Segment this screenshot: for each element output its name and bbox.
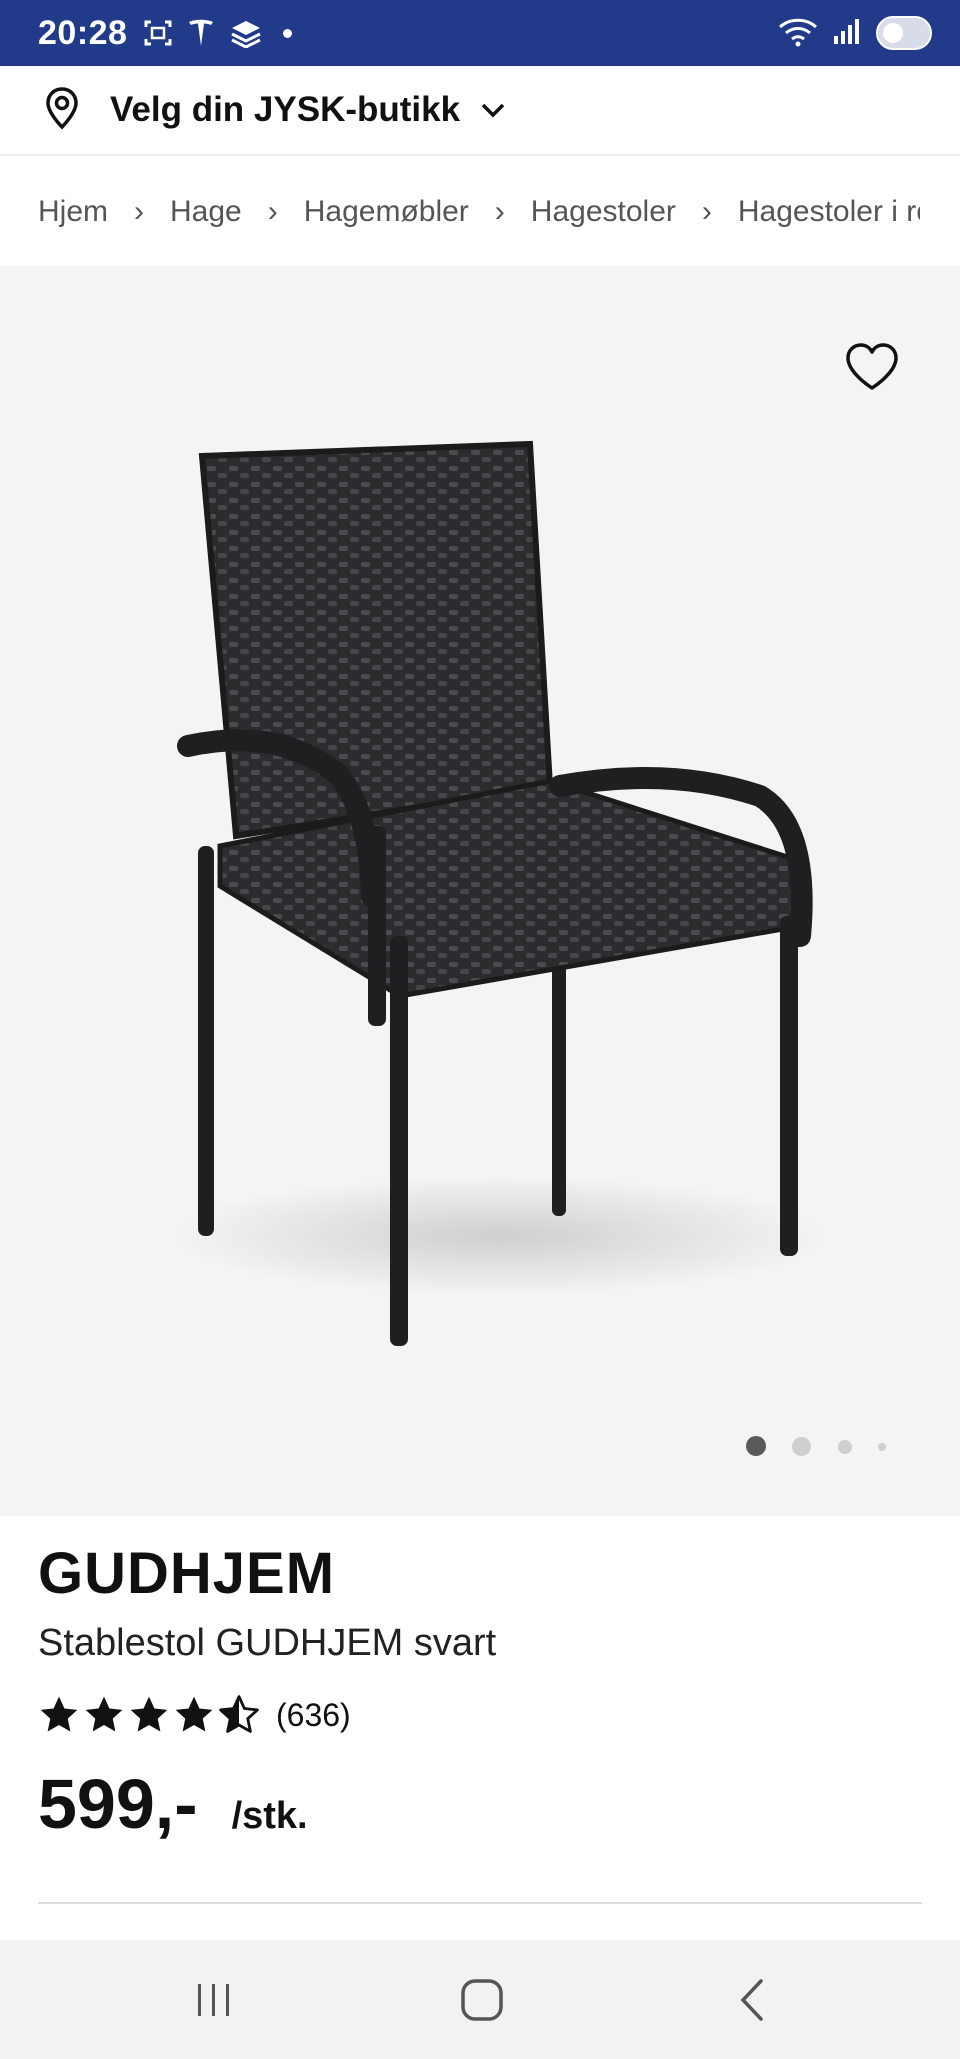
product-rating[interactable]: (636) <box>38 1690 351 1740</box>
notification-dot <box>283 28 293 38</box>
chevron-down-icon <box>480 101 506 119</box>
breadcrumb: Hjem › Hage › Hagemøbler › Hagestoler › … <box>0 158 960 266</box>
home-icon[interactable] <box>452 1970 512 2030</box>
product-gallery[interactable] <box>0 266 960 1516</box>
star-full-icon <box>85 1696 123 1732</box>
product-name: Stablestol GUDHJEM svart <box>38 1622 497 1664</box>
heart-outline-icon[interactable] <box>844 342 900 392</box>
rating-count: (636) <box>276 1696 351 1733</box>
breadcrumb-separator-icon: › <box>494 195 505 228</box>
status-time: 20:28 <box>38 13 128 52</box>
tesla-icon <box>187 18 215 48</box>
star-full-icon <box>175 1696 213 1732</box>
price-unit: /stk. <box>231 1795 308 1837</box>
star-full-icon <box>130 1696 168 1732</box>
breadcrumb-item-hagemobler[interactable]: Hagemøbler <box>304 195 469 229</box>
divider <box>38 1902 922 1904</box>
pager-dot[interactable] <box>878 1443 886 1451</box>
signal-icon <box>832 16 862 51</box>
breadcrumb-separator-icon: › <box>134 195 145 228</box>
store-picker-label: Velg din JYSK-butikk <box>110 90 461 129</box>
wifi-icon <box>778 15 818 52</box>
price-value: 599,- <box>38 1765 198 1843</box>
status-bar: 20:28 <box>0 0 960 66</box>
product-image <box>170 440 830 1346</box>
star-full-icon <box>40 1696 78 1732</box>
recent-apps-icon[interactable] <box>184 1970 244 2030</box>
breadcrumb-separator-icon: › <box>267 195 278 228</box>
battery-toggle-icon <box>876 16 932 50</box>
breadcrumb-item-hjem[interactable]: Hjem <box>38 195 108 229</box>
store-picker[interactable]: Velg din JYSK-butikk <box>0 66 960 156</box>
pager-dot[interactable] <box>792 1437 811 1456</box>
breadcrumb-item-current[interactable]: Hagestoler i ro <box>738 195 933 229</box>
status-icons-left <box>143 18 293 48</box>
app-icon <box>229 18 263 48</box>
pager-dot[interactable] <box>838 1440 852 1454</box>
gallery-pager <box>0 1430 960 1460</box>
pager-dot-active[interactable] <box>746 1436 766 1456</box>
product-price: 599,- /stk. <box>38 1764 308 1844</box>
breadcrumb-item-hagestoler[interactable]: Hagestoler <box>531 195 676 229</box>
product-brand: GUDHJEM <box>38 1541 336 1606</box>
back-icon[interactable] <box>722 1970 782 2030</box>
screenshot-icon <box>143 18 173 48</box>
star-half-icon <box>219 1695 259 1733</box>
rating-stars <box>38 1694 260 1736</box>
location-pin-icon <box>42 86 82 135</box>
system-nav-bar <box>0 1940 960 2059</box>
breadcrumb-item-hage[interactable]: Hage <box>170 195 242 229</box>
breadcrumb-separator-icon: › <box>701 195 712 228</box>
status-icons-right <box>778 15 932 52</box>
